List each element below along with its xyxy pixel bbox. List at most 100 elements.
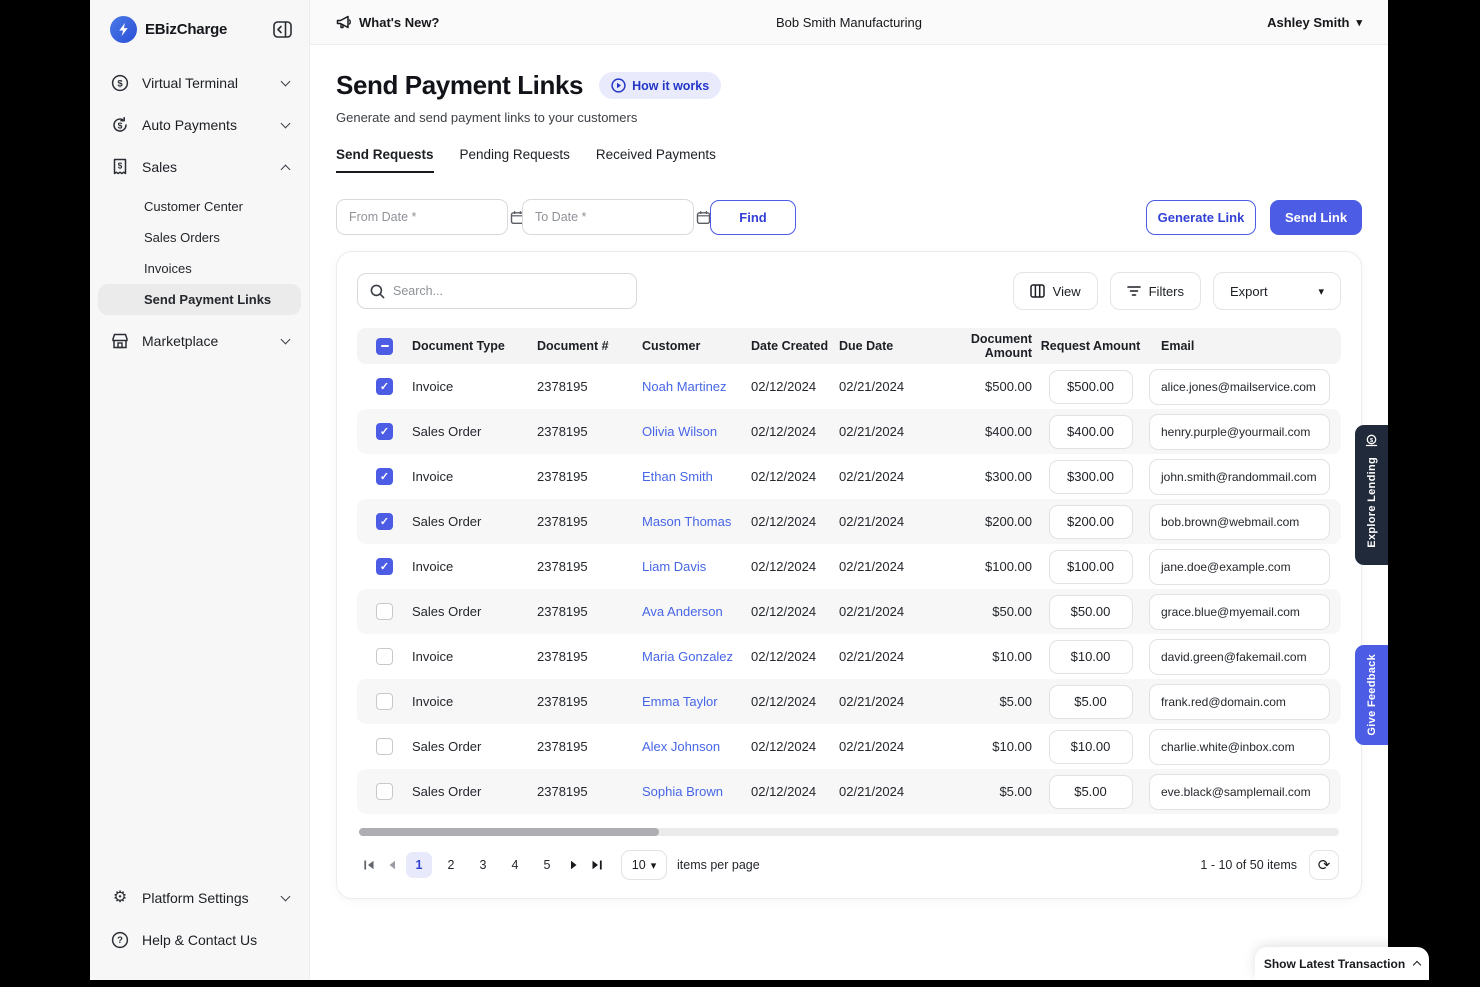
email-input[interactable]: alice.jones@mailservice.com: [1149, 369, 1330, 405]
request-amount-input[interactable]: $200.00: [1049, 505, 1133, 539]
customer-link[interactable]: Liam Davis: [642, 559, 751, 574]
document-amount-cell: $10.00: [927, 739, 1032, 754]
company-name: Bob Smith Manufacturing: [776, 15, 922, 30]
sidebar-collapse-icon[interactable]: [271, 19, 293, 41]
page-button-1[interactable]: 1: [406, 852, 432, 878]
row-checkbox[interactable]: [376, 783, 393, 800]
request-amount-input[interactable]: $400.00: [1049, 415, 1133, 449]
customer-link[interactable]: Noah Martinez: [642, 379, 751, 394]
scrollbar-thumb[interactable]: [359, 828, 659, 836]
date-created-cell: 02/12/2024: [751, 604, 839, 619]
sidebar-item-marketplace[interactable]: Marketplace: [98, 321, 301, 361]
tab-received-payments[interactable]: Received Payments: [596, 147, 716, 173]
document-amount-cell: $400.00: [927, 424, 1032, 439]
sidebar-item-invoices[interactable]: Invoices: [98, 253, 301, 284]
request-amount-input[interactable]: $5.00: [1049, 775, 1133, 809]
last-page-button[interactable]: [585, 852, 607, 878]
due-date-cell: 02/21/2024: [839, 784, 927, 799]
row-checkbox[interactable]: [376, 513, 393, 530]
from-date-field[interactable]: [336, 199, 508, 235]
customer-link[interactable]: Mason Thomas: [642, 514, 751, 529]
email-input[interactable]: charlie.white@inbox.com: [1149, 729, 1330, 765]
page-button-5[interactable]: 5: [534, 852, 560, 878]
email-input[interactable]: grace.blue@myemail.com: [1149, 594, 1330, 630]
row-checkbox[interactable]: [376, 468, 393, 485]
request-amount-input[interactable]: $50.00: [1049, 595, 1133, 629]
email-input[interactable]: eve.black@samplemail.com: [1149, 774, 1330, 810]
row-checkbox[interactable]: [376, 378, 393, 395]
document-amount-cell: $50.00: [927, 604, 1032, 619]
user-menu[interactable]: Ashley Smith ▾: [1267, 15, 1362, 30]
email-input[interactable]: frank.red@domain.com: [1149, 684, 1330, 720]
email-input[interactable]: david.green@fakemail.com: [1149, 639, 1330, 675]
email-input[interactable]: bob.brown@webmail.com: [1149, 504, 1330, 540]
previous-page-button[interactable]: [381, 852, 403, 878]
whats-new-button[interactable]: What's New?: [336, 15, 439, 30]
give-feedback-tab[interactable]: Give Feedback: [1355, 645, 1388, 745]
chevron-down-icon: [281, 119, 291, 129]
how-it-works-label: How it works: [632, 79, 709, 93]
request-amount-input[interactable]: $300.00: [1049, 460, 1133, 494]
find-button[interactable]: Find: [710, 200, 796, 235]
sidebar-item-platform-settings[interactable]: ⚙ Platform Settings: [98, 878, 301, 918]
date-created-cell: 02/12/2024: [751, 649, 839, 664]
sidebar-item-send-payment-links[interactable]: Send Payment Links: [98, 284, 301, 315]
tab-pending-requests[interactable]: Pending Requests: [460, 147, 570, 173]
sidebar-item-sales[interactable]: $ Sales: [98, 147, 301, 187]
row-checkbox[interactable]: [376, 738, 393, 755]
sidebar-item-virtual-terminal[interactable]: $ Virtual Terminal: [98, 63, 301, 103]
row-checkbox[interactable]: [376, 423, 393, 440]
to-date-field[interactable]: [522, 199, 694, 235]
request-amount-input[interactable]: $10.00: [1049, 730, 1133, 764]
row-checkbox[interactable]: [376, 558, 393, 575]
customer-link[interactable]: Emma Taylor: [642, 694, 751, 709]
email-input[interactable]: john.smith@randommail.com: [1149, 459, 1330, 495]
select-all-checkbox[interactable]: [376, 338, 393, 355]
customer-link[interactable]: Sophia Brown: [642, 784, 751, 799]
horizontal-scrollbar[interactable]: [359, 828, 1339, 836]
document-number-cell: 2378195: [537, 514, 642, 529]
document-type-cell: Sales Order: [412, 424, 537, 439]
show-latest-transaction-button[interactable]: Show Latest Transaction: [1255, 947, 1429, 980]
table-row: Sales Order 2378195 Mason Thomas 02/12/2…: [357, 499, 1341, 544]
customer-link[interactable]: Ethan Smith: [642, 469, 751, 484]
from-date-input[interactable]: [349, 210, 510, 224]
customer-link[interactable]: Olivia Wilson: [642, 424, 751, 439]
sidebar-item-sales-orders[interactable]: Sales Orders: [98, 222, 301, 253]
page-button-2[interactable]: 2: [438, 852, 464, 878]
generate-link-button[interactable]: Generate Link: [1146, 200, 1256, 235]
customer-link[interactable]: Alex Johnson: [642, 739, 751, 754]
sidebar-item-auto-payments[interactable]: $ Auto Payments: [98, 105, 301, 145]
whats-new-label: What's New?: [359, 15, 439, 30]
first-page-button[interactable]: [359, 852, 381, 878]
next-page-button[interactable]: [563, 852, 585, 878]
view-button[interactable]: View: [1013, 272, 1098, 310]
send-link-button[interactable]: Send Link: [1270, 200, 1362, 235]
customer-link[interactable]: Maria Gonzalez: [642, 649, 751, 664]
page-button-3[interactable]: 3: [470, 852, 496, 878]
search-field[interactable]: [357, 273, 637, 309]
row-checkbox[interactable]: [376, 603, 393, 620]
sidebar-item-help-contact[interactable]: ? Help & Contact Us: [98, 920, 301, 960]
page-size-select[interactable]: 10 ▾: [621, 850, 667, 880]
row-checkbox[interactable]: [376, 648, 393, 665]
email-input[interactable]: henry.purple@yourmail.com: [1149, 414, 1330, 450]
request-amount-input[interactable]: $5.00: [1049, 685, 1133, 719]
export-button[interactable]: Export ▾: [1213, 272, 1341, 310]
page-button-4[interactable]: 4: [502, 852, 528, 878]
filters-button[interactable]: Filters: [1110, 272, 1201, 310]
request-amount-input[interactable]: $500.00: [1049, 370, 1133, 404]
tab-send-requests[interactable]: Send Requests: [336, 147, 434, 173]
request-amount-input[interactable]: $10.00: [1049, 640, 1133, 674]
sidebar-item-customer-center[interactable]: Customer Center: [98, 191, 301, 222]
row-checkbox[interactable]: [376, 693, 393, 710]
refresh-button[interactable]: ⟳: [1309, 850, 1339, 880]
explore-lending-tab[interactable]: $ Explore Lending: [1355, 425, 1388, 565]
customer-link[interactable]: Ava Anderson: [642, 604, 751, 619]
give-feedback-label: Give Feedback: [1366, 654, 1378, 736]
how-it-works-button[interactable]: How it works: [599, 72, 721, 99]
request-amount-input[interactable]: $100.00: [1049, 550, 1133, 584]
search-input[interactable]: [393, 284, 624, 298]
to-date-input[interactable]: [535, 210, 696, 224]
email-input[interactable]: jane.doe@example.com: [1149, 549, 1330, 585]
